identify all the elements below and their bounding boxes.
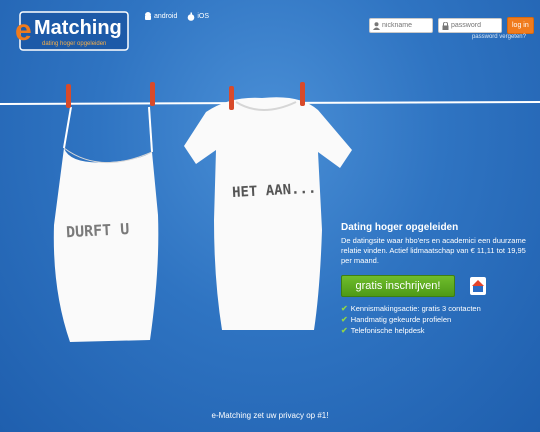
android-icon [145, 12, 151, 20]
feature-text: Handmatig gekeurde profielen [350, 315, 452, 324]
checkmark-icon: ✔ [341, 315, 348, 324]
left-shirt-text: DURFT U [66, 220, 130, 241]
feature-text: Kennismakingsactie: gratis 3 contacten [350, 304, 481, 313]
hero-description: De datingsite waar hbo'ers en academici … [341, 236, 526, 265]
apple-icon [188, 12, 195, 21]
login-button[interactable]: log in [507, 17, 534, 34]
clothes-peg [300, 82, 305, 106]
signup-button[interactable]: gratis inschrijven! [341, 275, 455, 297]
feature-list: ✔ Kennismakingsactie: gratis 3 contacten … [341, 303, 533, 336]
clothes-peg [150, 82, 155, 106]
clothesline-scene: DURFT U HET AAN... [0, 82, 540, 342]
ios-label: iOS [197, 13, 210, 20]
feature-item: ✔ Handmatig gekeurde profielen [341, 314, 533, 325]
privacy-footer: e-Matching zet uw privacy op #1! [211, 411, 329, 420]
feature-item: ✔ Telefonische helpdesk [341, 325, 533, 336]
lock-icon [442, 21, 449, 30]
cta-row: gratis inschrijven! [341, 275, 533, 297]
trust-badge-icon [470, 277, 486, 295]
hero-copy: Dating hoger opgeleiden De datingsite wa… [341, 222, 533, 336]
login-form: log in [369, 17, 534, 34]
forgot-password-link[interactable]: password vergeten? [472, 34, 526, 40]
feature-item: ✔ Kennismakingsactie: gratis 3 contacten [341, 303, 533, 314]
user-icon [373, 21, 380, 30]
nickname-input[interactable] [382, 22, 430, 29]
right-t-shirt [184, 97, 352, 330]
svg-text:Matching: Matching [34, 17, 122, 39]
svg-text:e: e [15, 14, 32, 47]
password-input[interactable] [451, 22, 499, 29]
hero-headline: Dating hoger opgeleiden [341, 222, 459, 233]
app-platforms: android iOS [144, 12, 209, 21]
checkmark-icon: ✔ [341, 326, 348, 335]
checkmark-icon: ✔ [341, 304, 348, 313]
ematching-logo[interactable]: e Matching dating hoger opgeleiden [14, 6, 130, 56]
ios-link[interactable]: iOS [187, 12, 209, 21]
clothes-peg [66, 84, 71, 108]
password-field[interactable] [438, 18, 502, 33]
clothes-peg [229, 86, 234, 110]
feature-text: Telefonische helpdesk [350, 326, 425, 335]
android-link[interactable]: android [144, 12, 177, 21]
android-label: android [154, 13, 178, 20]
svg-text:dating hoger opgeleiden: dating hoger opgeleiden [42, 41, 106, 47]
nickname-field[interactable] [369, 18, 433, 33]
